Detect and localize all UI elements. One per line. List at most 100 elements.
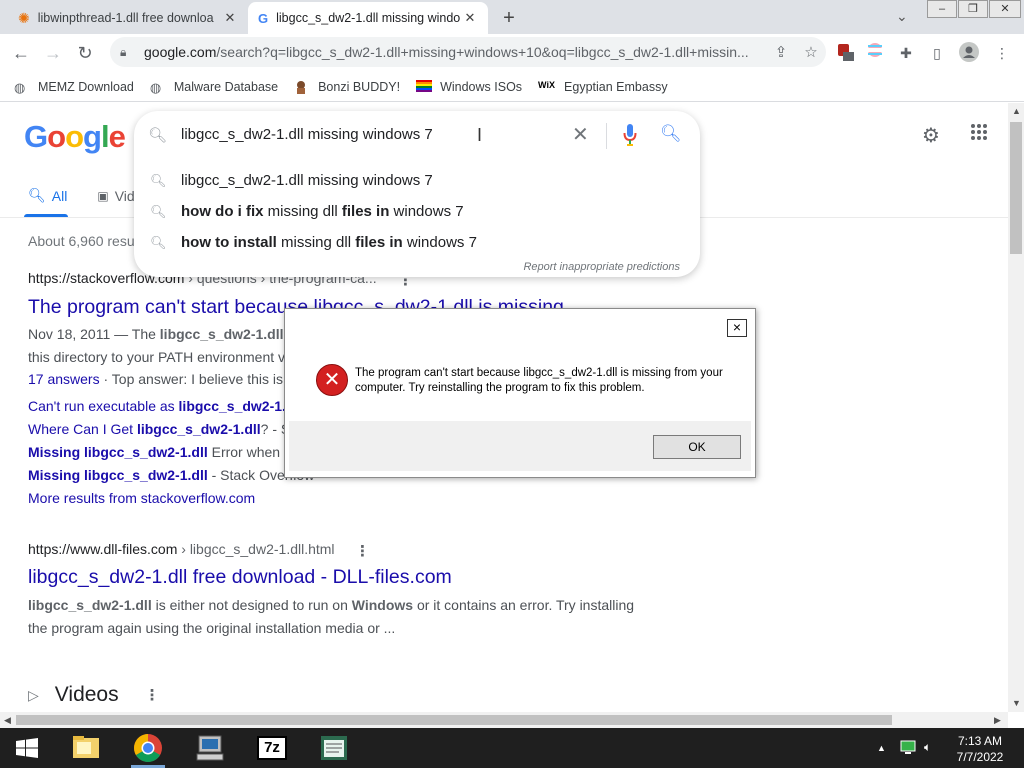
file-explorer-icon[interactable] [69,732,103,764]
taskbar: 7z ▲ 🔈︎ 7:13 AM 7/7/2022 [0,728,1024,768]
notepad-icon[interactable] [317,732,351,764]
tab-strip: ✺ libwinpthread-1.dll free downloа ✕ G l… [0,0,1024,34]
profile-avatar-icon[interactable] [958,42,980,64]
search-icon: 🔍︎ [148,127,168,144]
side-panel-icon[interactable]: ▯ [926,42,948,64]
bookmark-bonzi-buddy[interactable]: Bonzi BUDDY! [294,80,400,94]
restore-button[interactable]: ❐ [958,0,988,18]
address-bar[interactable]: 🔒︎ google.com/search?q=libgcc_s_dw2-1.dl… [110,37,826,67]
bonzi-icon [294,80,310,94]
close-window-button[interactable]: ✕ [989,0,1021,18]
tray-overflow-chevron-icon[interactable]: ▲ [877,743,886,753]
globe-icon: ◍ [149,79,162,95]
network-icon[interactable] [900,740,916,757]
search-icon: 🔍︎ [28,187,46,203]
close-tab-icon[interactable]: ✕ [462,10,478,26]
extensions-puzzle-icon[interactable]: ✚ [895,42,917,64]
suggestion-item[interactable]: 🔍︎ how to install missing dll files in w… [134,227,700,258]
wix-logo-icon: WiX [538,79,555,90]
search-icon: 🔍︎ [150,234,167,250]
reload-icon[interactable]: ↻ [74,42,96,64]
microphone-icon[interactable] [623,123,637,147]
bookmark-egyptian-embassy[interactable]: WiX Egyptian Embassy [538,80,668,94]
video-icon: ▣ [97,188,109,203]
videos-section-heading: ▷ Videos ⋮ [28,683,160,706]
result-menu-kebab-icon[interactable]: ⋮ [355,542,370,560]
settings-gear-icon[interactable]: ⚙ [922,123,940,148]
text-cursor-icon: I [477,125,483,145]
google-favicon-icon: G [258,10,269,26]
scroll-down-arrow-icon[interactable]: ▼ [1012,698,1021,708]
browser-toolbar: ← → ↻ 🔒︎ google.com/search?q=libgcc_s_dw… [0,34,1024,72]
extension-shield-icon[interactable]: 12 [834,42,856,69]
suggestion-item[interactable]: 🔍︎ libgcc_s_dw2-1.dll missing windows 7 [134,165,700,196]
scroll-left-arrow-icon[interactable]: ◀ [4,715,11,726]
volume-icon[interactable]: 🔈︎ [924,740,931,755]
bookmarks-bar: ◍ MEMZ Download ◍ Malware Database Bonzi… [0,72,1024,102]
vertical-scroll-thumb[interactable] [1010,122,1022,254]
gear-favicon-icon: ✺ [18,9,30,26]
result-snippet-line2: this directory to your PATH environment … [28,349,286,365]
bookmark-windows-isos[interactable]: Windows ISOs [416,79,522,94]
bookmark-memz[interactable]: ◍ MEMZ Download [14,79,134,95]
answers-link[interactable]: 17 answers [28,371,100,387]
7zip-icon[interactable]: 7z [255,732,289,764]
horizontal-scroll-thumb[interactable] [16,715,892,725]
lock-icon[interactable]: 🔒︎ [120,45,134,60]
result-url[interactable]: https://www.dll-files.com › libgcc_s_dw2… [28,541,335,557]
scroll-right-arrow-icon[interactable]: ▶ [994,715,1001,726]
bookmark-malware-database[interactable]: ◍ Malware Database [149,79,278,95]
search-box-dropdown: 🔍︎ libgcc_s_dw2-1.dll missing windows 7 … [134,111,700,277]
sitelink-4[interactable]: Missing libgcc_s_dw2-1.dll - Stack Overf… [28,467,314,483]
tab-title: libwinpthread-1.dll free downloа [37,11,214,25]
globe-icon: ◍ [14,79,26,95]
divider [606,123,607,149]
url-text[interactable]: google.com/search?q=libgcc_s_dw2-1.dll+m… [144,44,766,60]
sitelink-1[interactable]: Can't run executable as libgcc_s_dw2-1. [28,398,286,414]
result-snippet-line2: the program again using the original ins… [28,620,396,636]
result-stats: About 6,960 resu [28,233,135,249]
close-tab-icon[interactable]: ✕ [222,10,238,26]
sitelink-2[interactable]: Where Can I Get libgcc_s_dw2-1.dll? - S [28,421,290,437]
windows-start-icon[interactable] [16,738,38,761]
search-icon: 🔍︎ [150,203,167,219]
system-clock[interactable]: 7:13 AM 7/7/2022 [946,733,1014,765]
tab-title: libgcc_s_dw2-1.dll missing windo [276,11,461,25]
tab-all[interactable]: 🔍︎ All [28,187,67,204]
sitelink-3[interactable]: Missing libgcc_s_dw2-1.dll Error when la [28,444,295,460]
result-snippet: Nov 18, 2011 — The libgcc_s_dw2-1.dll s [28,326,294,342]
result-title-link[interactable]: libgcc_s_dw2-1.dll free download - DLL-f… [28,566,452,589]
ok-button[interactable]: OK [653,435,741,459]
search-tabs: 🔍︎ All ▣ Vide [28,187,142,204]
forward-arrow-icon[interactable]: → [42,42,64,64]
dialog-message: The program can't start because libgcc_s… [355,367,723,394]
google-logo[interactable]: Google [24,119,126,155]
rainbow-flag-icon [416,79,433,94]
result-snippet: libgcc_s_dw2-1.dll is either not designe… [28,597,635,613]
window-controls: – ❐ ✕ [926,0,1021,18]
scroll-up-arrow-icon[interactable]: ▲ [1012,106,1021,116]
search-input[interactable]: libgcc_s_dw2-1.dll missing windows 7 [181,126,433,143]
search-submit-icon[interactable]: 🔍︎ [660,124,682,144]
menu-kebab-icon[interactable]: ⋮ [991,42,1013,64]
tab-search-chevron-icon[interactable]: ⌄ [896,8,908,25]
share-icon[interactable]: ⇪ [766,43,796,61]
more-results-link[interactable]: More results from stackoverflow.com [28,490,255,506]
new-tab-button[interactable]: + [498,7,520,30]
clear-search-icon[interactable]: ✕ [572,122,589,147]
computer-icon[interactable] [193,732,227,764]
suggestion-item[interactable]: 🔍︎ how do i fix missing dll files in win… [134,196,700,227]
videos-menu-kebab-icon[interactable]: ⋮ [145,686,160,704]
chrome-icon[interactable] [131,732,165,764]
error-dialog: × ✕ The program can't start because libg… [284,308,756,478]
report-predictions-link[interactable]: Report inappropriate predictions [523,261,680,273]
tab-libwinpthread[interactable]: ✺ libwinpthread-1.dll free downloа ✕ [8,2,248,34]
apps-grid-icon[interactable] [970,123,988,147]
tab-libgcc-missing[interactable]: G libgcc_s_dw2-1.dll missing windo ✕ [248,2,488,34]
bookmark-star-icon[interactable]: ☆ [796,43,826,61]
back-arrow-icon[interactable]: ← [10,42,32,64]
extension-flag-icon[interactable] [864,42,886,64]
minimize-button[interactable]: – [927,0,957,18]
result-answers: 17 answers · Top answer: I believe this … [28,371,283,387]
dialog-close-button[interactable]: × [727,319,747,337]
